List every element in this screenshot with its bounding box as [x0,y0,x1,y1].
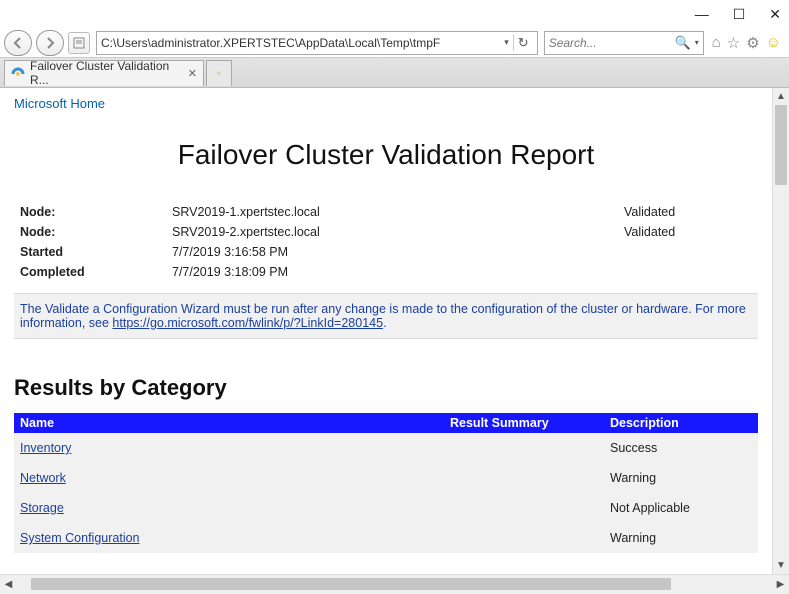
home-icon[interactable]: ⌂ [712,34,721,52]
ms-home-link[interactable]: Microsoft Home [14,96,105,111]
tab-title: Failover Cluster Validation R... [30,59,183,87]
address-bar[interactable]: C:\Users\administrator.XPERTSTEC\AppData… [96,31,538,55]
result-summary [444,523,604,553]
vertical-scrollbar[interactable]: ▲ ▼ [772,88,789,574]
table-row: Inventory Success [14,433,758,463]
info-status [620,243,756,261]
table-row: Node: SRV2019-1.xpertstec.local Validate… [16,203,756,221]
results-heading: Results by Category [14,375,758,401]
result-desc: Not Applicable [604,493,758,523]
scroll-up-icon[interactable]: ▲ [773,88,789,105]
results-table: Name Result Summary Description Inventor… [14,413,758,553]
notice-link[interactable]: https://go.microsoft.com/fwlink/p/?LinkI… [112,316,383,330]
forward-arrow-icon [43,36,57,50]
toolbar-right-icons: ⌂ ☆ ⚙ ☺ [708,34,785,52]
category-link[interactable]: Inventory [20,441,71,455]
scroll-thumb-h[interactable] [31,578,671,590]
new-tab-button[interactable]: ▫ [206,60,232,86]
table-row: Completed 7/7/2019 3:18:09 PM [16,263,756,281]
tools-icon[interactable]: ⚙ [746,34,759,52]
address-text: C:\Users\administrator.XPERTSTEC\AppData… [101,36,440,50]
result-summary [444,463,604,493]
back-arrow-icon [11,36,25,50]
feedback-icon[interactable]: ☺ [766,34,781,52]
minimize-button[interactable]: — [695,6,709,22]
page-icon[interactable] [68,32,90,54]
info-status: Validated [620,203,756,221]
info-label: Node: [16,203,166,221]
search-bar[interactable]: 🔍 ▾ [544,31,704,55]
browser-toolbar: C:\Users\administrator.XPERTSTEC\AppData… [0,28,789,58]
refresh-button[interactable]: ↻ [513,35,533,51]
result-summary [444,433,604,463]
scroll-thumb[interactable] [775,105,787,185]
info-label: Node: [16,223,166,241]
info-label: Started [16,243,166,261]
horizontal-scrollbar[interactable]: ◀ ▶ [0,574,789,594]
page-title: Failover Cluster Validation Report [14,139,758,171]
scroll-down-icon[interactable]: ▼ [773,557,789,574]
result-summary [444,493,604,523]
scroll-right-icon[interactable]: ▶ [772,579,789,590]
info-status: Validated [620,223,756,241]
scroll-track[interactable] [17,575,772,594]
address-dropdown-icon[interactable]: ▾ [504,37,509,48]
notice-banner: The Validate a Configuration Wizard must… [14,293,758,339]
scroll-left-icon[interactable]: ◀ [0,579,17,590]
info-value: 7/7/2019 3:16:58 PM [168,243,618,261]
report-info-table: Node: SRV2019-1.xpertstec.local Validate… [14,201,758,283]
info-value: 7/7/2019 3:18:09 PM [168,263,618,281]
back-button[interactable] [4,30,32,56]
result-desc: Warning [604,523,758,553]
ie-favicon-icon [11,66,25,80]
info-label: Completed [16,263,166,281]
tab-close-icon[interactable]: ✕ [188,67,197,80]
category-link[interactable]: Network [20,471,66,485]
info-value: SRV2019-1.xpertstec.local [168,203,618,221]
col-summary: Result Summary [444,413,604,433]
result-desc: Warning [604,463,758,493]
table-row: Started 7/7/2019 3:16:58 PM [16,243,756,261]
search-dropdown-icon[interactable]: ▾ [695,38,699,47]
favorites-icon[interactable]: ☆ [727,34,740,52]
category-link[interactable]: Storage [20,501,64,515]
search-icon[interactable]: 🔍 [673,35,693,51]
tab-active[interactable]: Failover Cluster Validation R... ✕ [4,60,204,86]
forward-button[interactable] [36,30,64,56]
content-viewport: Microsoft Home Failover Cluster Validati… [0,88,789,574]
close-button[interactable]: ✕ [769,6,781,23]
result-desc: Success [604,433,758,463]
window-titlebar: — ☐ ✕ [0,0,789,28]
new-tab-icon: ▫ [217,66,221,80]
table-row: System Configuration Warning [14,523,758,553]
table-row: Network Warning [14,463,758,493]
page-content: Microsoft Home Failover Cluster Validati… [0,88,772,574]
tab-bar: Failover Cluster Validation R... ✕ ▫ [0,58,789,88]
table-row: Storage Not Applicable [14,493,758,523]
col-name: Name [14,413,444,433]
document-icon [73,37,85,49]
maximize-button[interactable]: ☐ [733,6,746,23]
category-link[interactable]: System Configuration [20,531,140,545]
info-value: SRV2019-2.xpertstec.local [168,223,618,241]
notice-suffix: . [383,316,386,330]
col-description: Description [604,413,758,433]
table-row: Node: SRV2019-2.xpertstec.local Validate… [16,223,756,241]
search-input[interactable] [549,36,649,50]
info-status [620,263,756,281]
